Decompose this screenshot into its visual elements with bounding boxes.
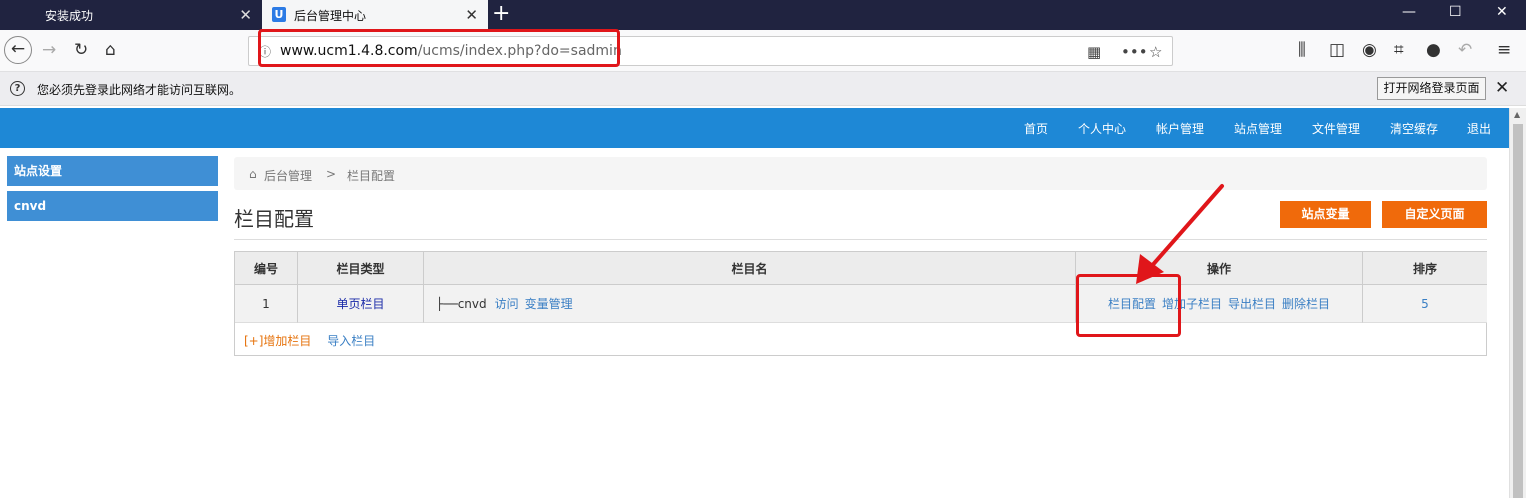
header-name: 栏目名 <box>424 252 1076 285</box>
title-divider <box>234 239 1487 240</box>
table-footer: [+]增加栏目 导入栏目 <box>244 332 375 349</box>
menu-icon[interactable]: ≡ <box>1497 39 1511 61</box>
scroll-thumb[interactable] <box>1513 124 1523 498</box>
reload-icon[interactable]: ↻ <box>74 39 88 61</box>
nav-site-management[interactable]: 站点管理 <box>1234 120 1282 137</box>
captive-portal-notification: ? 您必须先登录此网络才能访问互联网。 打开网络登录页面 ✕ <box>0 72 1526 106</box>
tree-prefix: ├── <box>436 296 458 311</box>
row-type-link[interactable]: 单页栏目 <box>336 295 384 312</box>
new-tab-icon[interactable]: + <box>492 2 510 26</box>
breadcrumb-home[interactable]: 后台管理 <box>264 167 312 184</box>
variable-management-link[interactable]: 变量管理 <box>525 295 573 312</box>
nav-personal-center[interactable]: 个人中心 <box>1078 120 1126 137</box>
page-title: 栏目配置 <box>234 207 314 231</box>
sidebar-icon[interactable]: ◫ <box>1329 39 1345 61</box>
import-category-link[interactable]: 导入栏目 <box>327 334 375 348</box>
nav-home[interactable]: 首页 <box>1024 120 1048 137</box>
browser-tab-bar: 安装成功 ✕ U 后台管理中心 ✕ + — ☐ ✕ <box>0 0 1526 30</box>
maximize-icon[interactable]: ☐ <box>1449 4 1462 20</box>
home-icon: ⌂ <box>249 167 257 181</box>
breadcrumb-separator: > <box>326 167 337 181</box>
screenshot-icon[interactable]: ⌗ <box>1394 39 1404 61</box>
breadcrumb: ⌂ 后台管理 > 栏目配置 <box>234 157 1487 190</box>
home-icon[interactable]: ⌂ <box>105 39 116 61</box>
annotation-arrow-icon <box>1136 184 1224 284</box>
account-icon[interactable]: ◉ <box>1362 39 1377 61</box>
nav-clear-cache[interactable]: 清空缓存 <box>1390 120 1438 137</box>
nav-file-management[interactable]: 文件管理 <box>1312 120 1360 137</box>
header-order: 排序 <box>1363 252 1487 285</box>
tab-label: 后台管理中心 <box>294 8 367 23</box>
sidebar-item-site-settings[interactable]: 站点设置 <box>7 156 218 186</box>
undo-icon[interactable]: ↶ <box>1458 39 1472 61</box>
scroll-up-icon[interactable]: ▲ <box>1514 110 1520 119</box>
bookmark-star-icon[interactable]: ☆ <box>1149 43 1162 61</box>
page-actions-icon[interactable]: ••• <box>1121 43 1148 61</box>
nav-account-management[interactable]: 帐户管理 <box>1156 120 1204 137</box>
site-variables-button[interactable]: 站点变量 <box>1280 201 1371 228</box>
visit-link[interactable]: 访问 <box>495 295 519 312</box>
header-type: 栏目类型 <box>298 252 424 285</box>
close-icon[interactable]: ✕ <box>465 6 478 24</box>
tab-install-success[interactable]: 安装成功 ✕ <box>0 0 262 30</box>
favicon-icon: U <box>272 7 286 22</box>
close-icon[interactable]: ✕ <box>1495 78 1509 98</box>
row-id: 1 <box>235 285 298 323</box>
export-category-link[interactable]: 导出栏目 <box>1228 295 1276 312</box>
forward-arrow-icon[interactable]: → <box>42 39 56 61</box>
row-name-cell: ├── cnvd 访问 变量管理 <box>424 285 1076 323</box>
page-scrollbar[interactable]: ▲ <box>1509 108 1526 498</box>
notification-text: 您必须先登录此网络才能访问互联网。 <box>37 83 242 97</box>
library-icon[interactable]: ⫼ <box>1298 39 1306 61</box>
url-annotation-box <box>258 29 620 67</box>
category-name: cnvd <box>457 296 487 311</box>
row-type-cell: 单页栏目 <box>298 285 424 323</box>
app-top-nav: 首页 个人中心 帐户管理 站点管理 文件管理 清空缓存 退出 <box>0 108 1509 148</box>
back-arrow-icon[interactable]: ← <box>4 36 32 64</box>
delete-category-link[interactable]: 删除栏目 <box>1282 295 1330 312</box>
category-table: 编号 栏目类型 栏目名 操作 排序 1 单页栏目 ├── cnvd 访问 变量管… <box>234 251 1487 356</box>
navigation-toolbar: ← → ↻ ⌂ ⓘ www.ucm1.4.8.com/ucms/index.ph… <box>0 30 1526 72</box>
minimize-icon[interactable]: — <box>1402 4 1416 20</box>
order-link[interactable]: 5 <box>1421 297 1429 311</box>
open-login-page-button[interactable]: 打开网络登录页面 <box>1377 77 1486 100</box>
qr-code-icon[interactable]: ▦ <box>1087 43 1101 61</box>
help-icon: ? <box>10 81 25 96</box>
row-order-cell: 5 <box>1363 285 1487 323</box>
add-category-link[interactable]: [+]增加栏目 <box>244 334 311 348</box>
header-id: 编号 <box>235 252 298 285</box>
breadcrumb-current: 栏目配置 <box>347 169 396 183</box>
custom-page-button[interactable]: 自定义页面 <box>1382 201 1487 228</box>
close-icon[interactable]: ✕ <box>239 6 252 24</box>
nav-logout[interactable]: 退出 <box>1467 120 1491 137</box>
tab-admin-center[interactable]: U 后台管理中心 ✕ <box>262 0 488 30</box>
window-close-icon[interactable]: ✕ <box>1496 4 1508 20</box>
chat-icon[interactable]: ● <box>1426 39 1441 61</box>
tab-label: 安装成功 <box>45 8 94 23</box>
sidebar-item-cnvd[interactable]: cnvd <box>7 191 218 221</box>
